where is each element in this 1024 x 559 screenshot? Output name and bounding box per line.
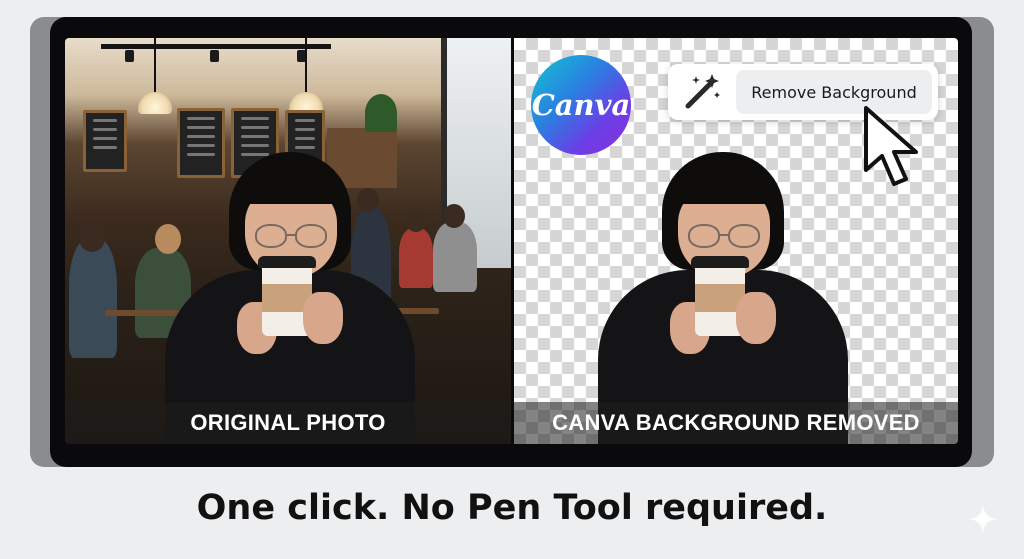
cup-lid [258, 256, 316, 268]
lamp-cord [305, 38, 307, 94]
canva-logo-text: Canva [531, 88, 631, 122]
background-removed-caption: CANVA BACKGROUND REMOVED [552, 410, 920, 435]
canva-logo: Canva [531, 55, 631, 155]
sparkle-icon [968, 504, 998, 534]
hand [303, 292, 343, 344]
caption-bar: ORIGINAL PHOTO [65, 402, 511, 444]
woman-with-coffee [165, 152, 415, 444]
glasses-lens [295, 224, 327, 248]
plant [365, 94, 397, 132]
cup-lid [691, 256, 749, 268]
bangs [672, 158, 776, 204]
lamp-cord [154, 38, 156, 94]
woman-with-coffee-cutout [598, 152, 848, 444]
hand [736, 292, 776, 344]
patron-head [443, 204, 465, 228]
glasses-bridge [720, 234, 728, 236]
patron-head [79, 224, 105, 252]
glasses-bridge [287, 234, 295, 236]
magic-wand-icon[interactable] [682, 72, 722, 112]
track-spotlight [210, 50, 219, 62]
glasses-lens [728, 224, 760, 248]
original-photo-panel: ORIGINAL PHOTO [65, 38, 511, 444]
pendant-lamp [138, 92, 172, 114]
caption-bar: CANVA BACKGROUND REMOVED [514, 402, 958, 444]
menu-board [83, 110, 127, 172]
bangs [239, 158, 343, 204]
glasses-lens [688, 224, 720, 248]
patron [433, 222, 477, 292]
tagline: One click. No Pen Tool required. [196, 488, 828, 528]
pointer-cursor-icon [864, 106, 918, 186]
track-light-rail [101, 44, 331, 49]
patron [69, 238, 117, 358]
original-photo-caption: ORIGINAL PHOTO [190, 410, 386, 435]
track-spotlight [125, 50, 134, 62]
glasses-lens [255, 224, 287, 248]
